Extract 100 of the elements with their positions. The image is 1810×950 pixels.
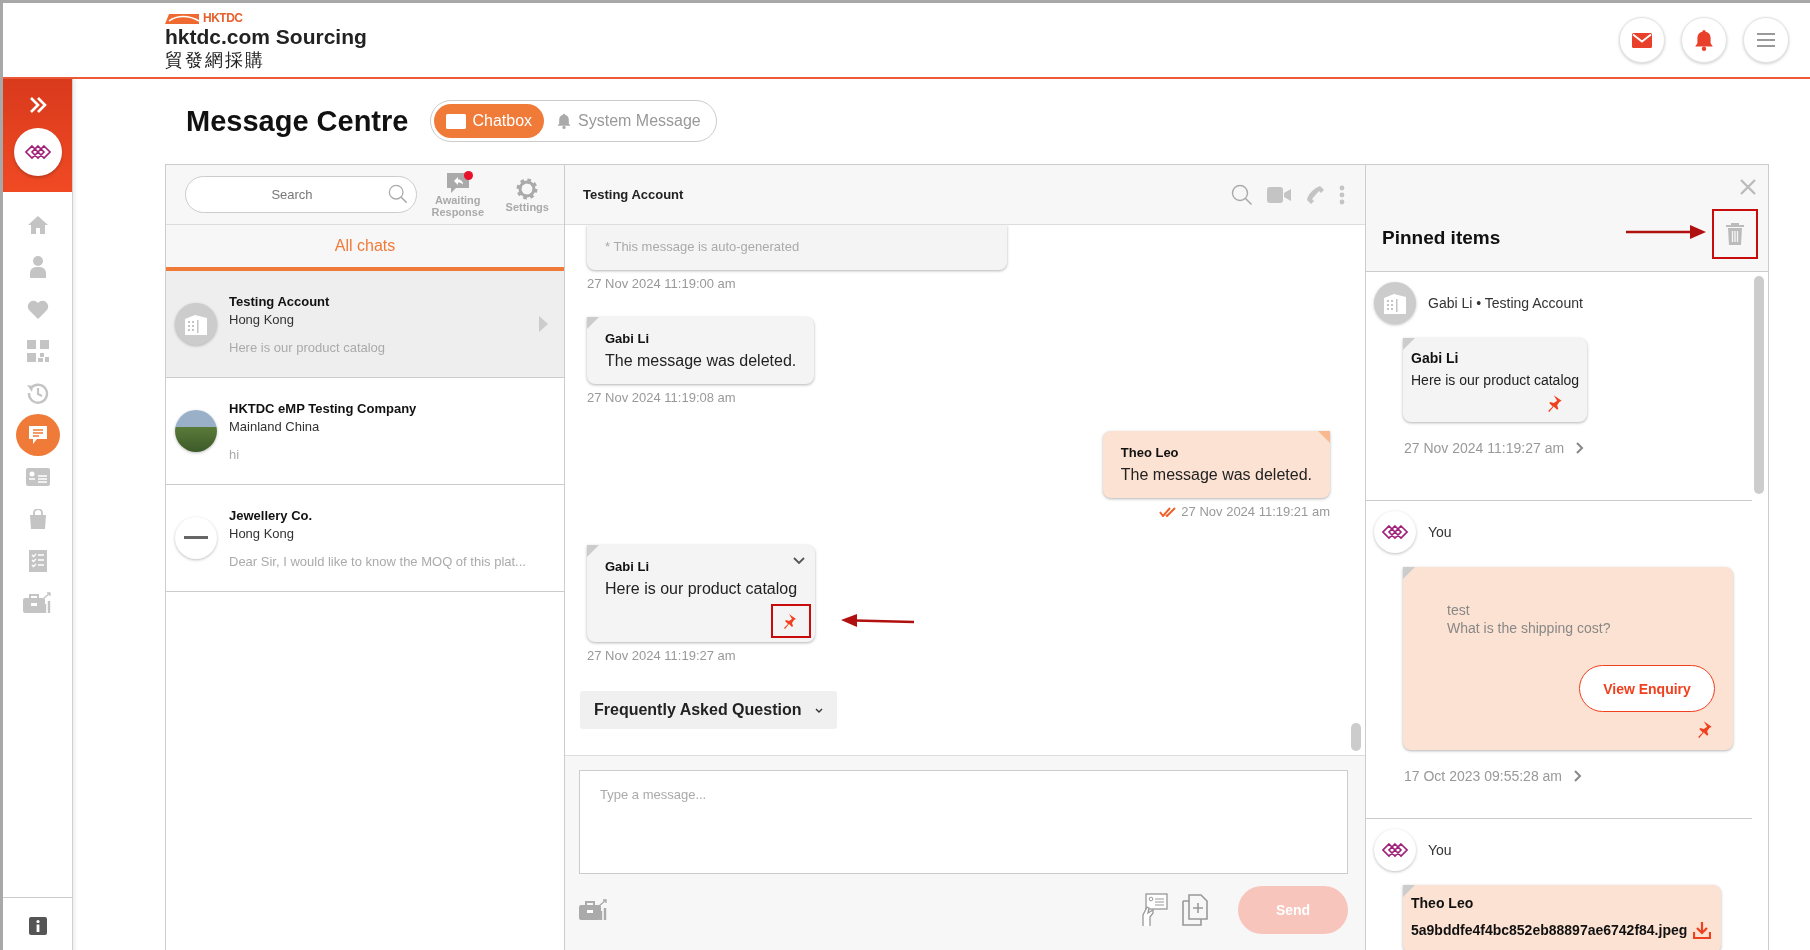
diamond-logo-icon	[1382, 842, 1408, 858]
panel-title: Pinned items	[1382, 227, 1501, 250]
system-note: * This message is auto-generated	[605, 239, 801, 254]
person-icon[interactable]	[29, 256, 46, 278]
enquiry-text: What is the shipping cost?	[1447, 619, 1612, 637]
sender-name: Theo Leo	[1120, 445, 1180, 460]
chevron-right-icon[interactable]	[1576, 442, 1585, 454]
menu-icon	[1757, 33, 1775, 47]
checklist-icon[interactable]	[28, 550, 47, 572]
photo-placeholder	[175, 410, 217, 452]
history-icon[interactable]	[26, 382, 49, 404]
sender-name: Gabi Li	[605, 559, 651, 574]
chevron-down-icon	[815, 707, 824, 713]
sender-name: Theo Leo	[1411, 895, 1475, 911]
sidebar-item[interactable]	[15, 414, 60, 456]
chat-name: HKTDC eMP Testing Company	[229, 400, 418, 416]
bell-icon	[1693, 29, 1715, 51]
chat-preview: hi	[229, 446, 241, 462]
message-input[interactable]: Type a message...	[579, 770, 1348, 874]
bubble-tail	[587, 545, 599, 557]
bubble-tail	[1403, 567, 1415, 579]
pinned-author: Gabi Li • Testing Account	[1428, 295, 1583, 311]
heart-icon[interactable]	[26, 299, 49, 319]
message-time: 27 Nov 2024 11:19:27 am	[587, 648, 736, 663]
bubble-tail	[1403, 338, 1415, 350]
message-text: The message was deleted.	[605, 352, 797, 370]
tab[interactable]: System Message	[544, 104, 713, 138]
building-icon	[183, 313, 209, 335]
qr-code-icon[interactable]	[26, 340, 49, 362]
settings-icon	[515, 176, 540, 201]
briefcase-chart-icon[interactable]	[579, 898, 609, 922]
sender-name: Gabi Li	[1411, 350, 1460, 366]
diamond-logo-icon	[24, 144, 51, 160]
chevron-down-icon[interactable]	[793, 557, 806, 565]
business-card-hand-icon[interactable]	[1140, 893, 1168, 927]
scrollbar-thumb[interactable]	[1351, 723, 1361, 751]
file-name: 5a9bddfe4f4bc852eb88897ae6742f84.jpeg	[1411, 922, 1688, 938]
id-card-icon[interactable]	[25, 468, 50, 486]
sender-name: Gabi Li	[605, 331, 651, 346]
search-icon[interactable]	[388, 184, 408, 204]
mail-button[interactable]	[1619, 17, 1665, 63]
view-enquiry-button[interactable]: View Enquiry	[1579, 665, 1715, 712]
awaiting-response-button[interactable]: Awaiting Response	[429, 171, 487, 218]
page-title: Message Centre	[186, 104, 409, 138]
hktdc-logo-icon	[165, 11, 201, 24]
brand-name: hktdc.com Sourcing	[165, 23, 367, 49]
scrollbar-thumb[interactable]	[1754, 276, 1764, 494]
settings-button[interactable]: Settings	[498, 176, 556, 213]
faq-button[interactable]: Frequently Asked Question	[580, 691, 838, 729]
pinned-time: 27 Nov 2024 11:19:27 am	[1404, 440, 1565, 456]
building-icon	[1382, 292, 1408, 314]
shopping-bag-icon[interactable]	[28, 509, 47, 529]
message-time: 27 Nov 2024 11:19:21 am	[1159, 504, 1330, 519]
chat-preview: Here is our product catalog	[229, 339, 387, 355]
company-logo[interactable]	[13, 128, 62, 176]
chat-name: Testing Account	[229, 293, 331, 309]
download-icon[interactable]	[1693, 921, 1712, 939]
menu-button[interactable]	[1743, 17, 1789, 63]
home-icon[interactable]	[26, 215, 49, 235]
brand-name-chinese: 貿發網採購	[165, 48, 266, 71]
pinned-author: You	[1428, 842, 1452, 858]
more-options-icon[interactable]	[1339, 184, 1345, 205]
chat-region: Mainland China	[229, 418, 321, 434]
message-time: 27 Nov 2024 11:19:08 am	[587, 390, 736, 405]
message-text: Here is our product catalog	[605, 580, 798, 598]
close-icon[interactable]	[1740, 179, 1756, 195]
conversation-title: Testing Account	[583, 187, 685, 202]
chat-icon[interactable]	[27, 425, 48, 445]
phone-icon[interactable]	[1305, 184, 1325, 205]
expand-icon[interactable]	[27, 95, 48, 115]
brand-mark: HKTDC	[203, 11, 243, 24]
chat-region: Hong Kong	[229, 311, 296, 327]
bubble-tail	[1318, 431, 1330, 443]
bubble-tail	[587, 317, 599, 329]
notifications-button[interactable]	[1681, 17, 1727, 63]
pinned-author: You	[1428, 524, 1452, 540]
message-time: 27 Nov 2024 11:19:00 am	[587, 276, 736, 291]
chat-filter-tab[interactable]: All chats	[166, 225, 564, 271]
caret-right-icon	[539, 316, 548, 332]
enquiry-text: test	[1447, 601, 1471, 619]
briefcase-chart-icon[interactable]	[22, 591, 53, 615]
bubble-tail	[1403, 885, 1415, 897]
search-field[interactable]: Search	[185, 176, 417, 213]
info-icon[interactable]	[28, 916, 47, 935]
bell-icon	[556, 113, 573, 129]
message-text: Here is our product catalog	[1411, 372, 1580, 388]
mail-icon	[1632, 32, 1652, 48]
message-text: The message was deleted.	[1120, 466, 1312, 484]
search-icon[interactable]	[1231, 183, 1253, 206]
chat-list-item[interactable]: Testing Account Hong Kong Here is our product catalog	[166, 271, 564, 378]
company-logo	[175, 517, 217, 559]
diamond-logo-icon	[1382, 524, 1408, 540]
tab[interactable]: Chatbox	[434, 104, 545, 138]
chevron-right-icon[interactable]	[1574, 770, 1582, 782]
add-document-icon[interactable]	[1182, 894, 1208, 926]
chat-name: Jewellery Co.	[229, 507, 314, 523]
video-call-icon[interactable]	[1267, 186, 1291, 203]
chat-preview: Dear Sir, I would like to know the MOQ of this plat...	[229, 553, 527, 569]
trash-icon[interactable]	[1726, 223, 1744, 245]
chat-region: Hong Kong	[229, 525, 296, 541]
